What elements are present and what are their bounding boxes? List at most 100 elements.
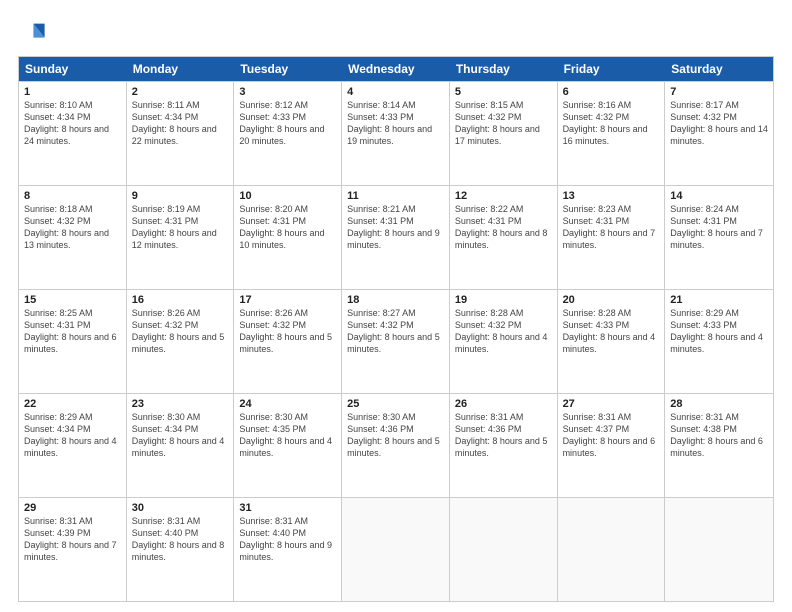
day-number: 10 bbox=[239, 190, 336, 202]
header-day-sunday: Sunday bbox=[19, 57, 127, 81]
day-info: Sunrise: 8:31 AM Sunset: 4:37 PM Dayligh… bbox=[563, 411, 660, 460]
day-info: Sunrise: 8:15 AM Sunset: 4:32 PM Dayligh… bbox=[455, 99, 552, 148]
day-cell-11: 11 Sunrise: 8:21 AM Sunset: 4:31 PM Dayl… bbox=[342, 186, 450, 289]
day-info: Sunrise: 8:21 AM Sunset: 4:31 PM Dayligh… bbox=[347, 203, 444, 252]
day-info: Sunrise: 8:29 AM Sunset: 4:34 PM Dayligh… bbox=[24, 411, 121, 460]
day-info: Sunrise: 8:11 AM Sunset: 4:34 PM Dayligh… bbox=[132, 99, 229, 148]
day-number: 23 bbox=[132, 398, 229, 410]
day-number: 2 bbox=[132, 86, 229, 98]
header-day-wednesday: Wednesday bbox=[342, 57, 450, 81]
header-day-tuesday: Tuesday bbox=[234, 57, 342, 81]
day-number: 13 bbox=[563, 190, 660, 202]
day-number: 28 bbox=[670, 398, 768, 410]
day-number: 29 bbox=[24, 502, 121, 514]
day-info: Sunrise: 8:24 AM Sunset: 4:31 PM Dayligh… bbox=[670, 203, 768, 252]
day-info: Sunrise: 8:22 AM Sunset: 4:31 PM Dayligh… bbox=[455, 203, 552, 252]
day-info: Sunrise: 8:26 AM Sunset: 4:32 PM Dayligh… bbox=[239, 307, 336, 356]
day-cell-21: 21 Sunrise: 8:29 AM Sunset: 4:33 PM Dayl… bbox=[665, 290, 773, 393]
day-info: Sunrise: 8:10 AM Sunset: 4:34 PM Dayligh… bbox=[24, 99, 121, 148]
day-cell-29: 29 Sunrise: 8:31 AM Sunset: 4:39 PM Dayl… bbox=[19, 498, 127, 601]
week-row-2: 8 Sunrise: 8:18 AM Sunset: 4:32 PM Dayli… bbox=[19, 185, 773, 289]
day-info: Sunrise: 8:28 AM Sunset: 4:33 PM Dayligh… bbox=[563, 307, 660, 356]
day-cell-26: 26 Sunrise: 8:31 AM Sunset: 4:36 PM Dayl… bbox=[450, 394, 558, 497]
day-cell-17: 17 Sunrise: 8:26 AM Sunset: 4:32 PM Dayl… bbox=[234, 290, 342, 393]
day-cell-31: 31 Sunrise: 8:31 AM Sunset: 4:40 PM Dayl… bbox=[234, 498, 342, 601]
day-number: 4 bbox=[347, 86, 444, 98]
day-cell-12: 12 Sunrise: 8:22 AM Sunset: 4:31 PM Dayl… bbox=[450, 186, 558, 289]
day-info: Sunrise: 8:19 AM Sunset: 4:31 PM Dayligh… bbox=[132, 203, 229, 252]
day-number: 9 bbox=[132, 190, 229, 202]
day-number: 20 bbox=[563, 294, 660, 306]
day-cell-9: 9 Sunrise: 8:19 AM Sunset: 4:31 PM Dayli… bbox=[127, 186, 235, 289]
calendar-header: SundayMondayTuesdayWednesdayThursdayFrid… bbox=[19, 57, 773, 81]
day-cell-27: 27 Sunrise: 8:31 AM Sunset: 4:37 PM Dayl… bbox=[558, 394, 666, 497]
day-number: 15 bbox=[24, 294, 121, 306]
day-cell-2: 2 Sunrise: 8:11 AM Sunset: 4:34 PM Dayli… bbox=[127, 82, 235, 185]
day-number: 25 bbox=[347, 398, 444, 410]
day-info: Sunrise: 8:14 AM Sunset: 4:33 PM Dayligh… bbox=[347, 99, 444, 148]
day-number: 17 bbox=[239, 294, 336, 306]
day-cell-8: 8 Sunrise: 8:18 AM Sunset: 4:32 PM Dayli… bbox=[19, 186, 127, 289]
day-cell-4: 4 Sunrise: 8:14 AM Sunset: 4:33 PM Dayli… bbox=[342, 82, 450, 185]
header-day-monday: Monday bbox=[127, 57, 235, 81]
day-cell-5: 5 Sunrise: 8:15 AM Sunset: 4:32 PM Dayli… bbox=[450, 82, 558, 185]
day-info: Sunrise: 8:12 AM Sunset: 4:33 PM Dayligh… bbox=[239, 99, 336, 148]
empty-cell bbox=[665, 498, 773, 601]
day-number: 22 bbox=[24, 398, 121, 410]
day-number: 30 bbox=[132, 502, 229, 514]
day-number: 26 bbox=[455, 398, 552, 410]
logo-icon bbox=[18, 18, 46, 46]
day-cell-20: 20 Sunrise: 8:28 AM Sunset: 4:33 PM Dayl… bbox=[558, 290, 666, 393]
day-info: Sunrise: 8:30 AM Sunset: 4:34 PM Dayligh… bbox=[132, 411, 229, 460]
day-info: Sunrise: 8:31 AM Sunset: 4:36 PM Dayligh… bbox=[455, 411, 552, 460]
day-cell-19: 19 Sunrise: 8:28 AM Sunset: 4:32 PM Dayl… bbox=[450, 290, 558, 393]
day-cell-18: 18 Sunrise: 8:27 AM Sunset: 4:32 PM Dayl… bbox=[342, 290, 450, 393]
calendar: SundayMondayTuesdayWednesdayThursdayFrid… bbox=[18, 56, 774, 602]
day-number: 7 bbox=[670, 86, 768, 98]
day-number: 5 bbox=[455, 86, 552, 98]
day-cell-24: 24 Sunrise: 8:30 AM Sunset: 4:35 PM Dayl… bbox=[234, 394, 342, 497]
week-row-3: 15 Sunrise: 8:25 AM Sunset: 4:31 PM Dayl… bbox=[19, 289, 773, 393]
day-info: Sunrise: 8:29 AM Sunset: 4:33 PM Dayligh… bbox=[670, 307, 768, 356]
day-number: 6 bbox=[563, 86, 660, 98]
day-info: Sunrise: 8:17 AM Sunset: 4:32 PM Dayligh… bbox=[670, 99, 768, 148]
day-cell-10: 10 Sunrise: 8:20 AM Sunset: 4:31 PM Dayl… bbox=[234, 186, 342, 289]
day-number: 11 bbox=[347, 190, 444, 202]
day-number: 27 bbox=[563, 398, 660, 410]
day-number: 12 bbox=[455, 190, 552, 202]
day-info: Sunrise: 8:30 AM Sunset: 4:35 PM Dayligh… bbox=[239, 411, 336, 460]
day-cell-6: 6 Sunrise: 8:16 AM Sunset: 4:32 PM Dayli… bbox=[558, 82, 666, 185]
day-info: Sunrise: 8:26 AM Sunset: 4:32 PM Dayligh… bbox=[132, 307, 229, 356]
day-info: Sunrise: 8:20 AM Sunset: 4:31 PM Dayligh… bbox=[239, 203, 336, 252]
day-info: Sunrise: 8:28 AM Sunset: 4:32 PM Dayligh… bbox=[455, 307, 552, 356]
day-number: 1 bbox=[24, 86, 121, 98]
day-number: 31 bbox=[239, 502, 336, 514]
week-row-4: 22 Sunrise: 8:29 AM Sunset: 4:34 PM Dayl… bbox=[19, 393, 773, 497]
day-info: Sunrise: 8:31 AM Sunset: 4:39 PM Dayligh… bbox=[24, 515, 121, 564]
empty-cell bbox=[342, 498, 450, 601]
day-cell-22: 22 Sunrise: 8:29 AM Sunset: 4:34 PM Dayl… bbox=[19, 394, 127, 497]
day-number: 3 bbox=[239, 86, 336, 98]
day-info: Sunrise: 8:16 AM Sunset: 4:32 PM Dayligh… bbox=[563, 99, 660, 148]
day-cell-16: 16 Sunrise: 8:26 AM Sunset: 4:32 PM Dayl… bbox=[127, 290, 235, 393]
day-number: 21 bbox=[670, 294, 768, 306]
day-cell-7: 7 Sunrise: 8:17 AM Sunset: 4:32 PM Dayli… bbox=[665, 82, 773, 185]
day-info: Sunrise: 8:31 AM Sunset: 4:40 PM Dayligh… bbox=[239, 515, 336, 564]
week-row-5: 29 Sunrise: 8:31 AM Sunset: 4:39 PM Dayl… bbox=[19, 497, 773, 601]
day-cell-14: 14 Sunrise: 8:24 AM Sunset: 4:31 PM Dayl… bbox=[665, 186, 773, 289]
header-day-friday: Friday bbox=[558, 57, 666, 81]
day-number: 14 bbox=[670, 190, 768, 202]
day-number: 8 bbox=[24, 190, 121, 202]
header-day-saturday: Saturday bbox=[665, 57, 773, 81]
day-cell-3: 3 Sunrise: 8:12 AM Sunset: 4:33 PM Dayli… bbox=[234, 82, 342, 185]
day-info: Sunrise: 8:31 AM Sunset: 4:40 PM Dayligh… bbox=[132, 515, 229, 564]
day-cell-13: 13 Sunrise: 8:23 AM Sunset: 4:31 PM Dayl… bbox=[558, 186, 666, 289]
day-number: 16 bbox=[132, 294, 229, 306]
day-cell-23: 23 Sunrise: 8:30 AM Sunset: 4:34 PM Dayl… bbox=[127, 394, 235, 497]
day-info: Sunrise: 8:27 AM Sunset: 4:32 PM Dayligh… bbox=[347, 307, 444, 356]
header-day-thursday: Thursday bbox=[450, 57, 558, 81]
day-number: 24 bbox=[239, 398, 336, 410]
week-row-1: 1 Sunrise: 8:10 AM Sunset: 4:34 PM Dayli… bbox=[19, 81, 773, 185]
day-number: 18 bbox=[347, 294, 444, 306]
day-cell-30: 30 Sunrise: 8:31 AM Sunset: 4:40 PM Dayl… bbox=[127, 498, 235, 601]
